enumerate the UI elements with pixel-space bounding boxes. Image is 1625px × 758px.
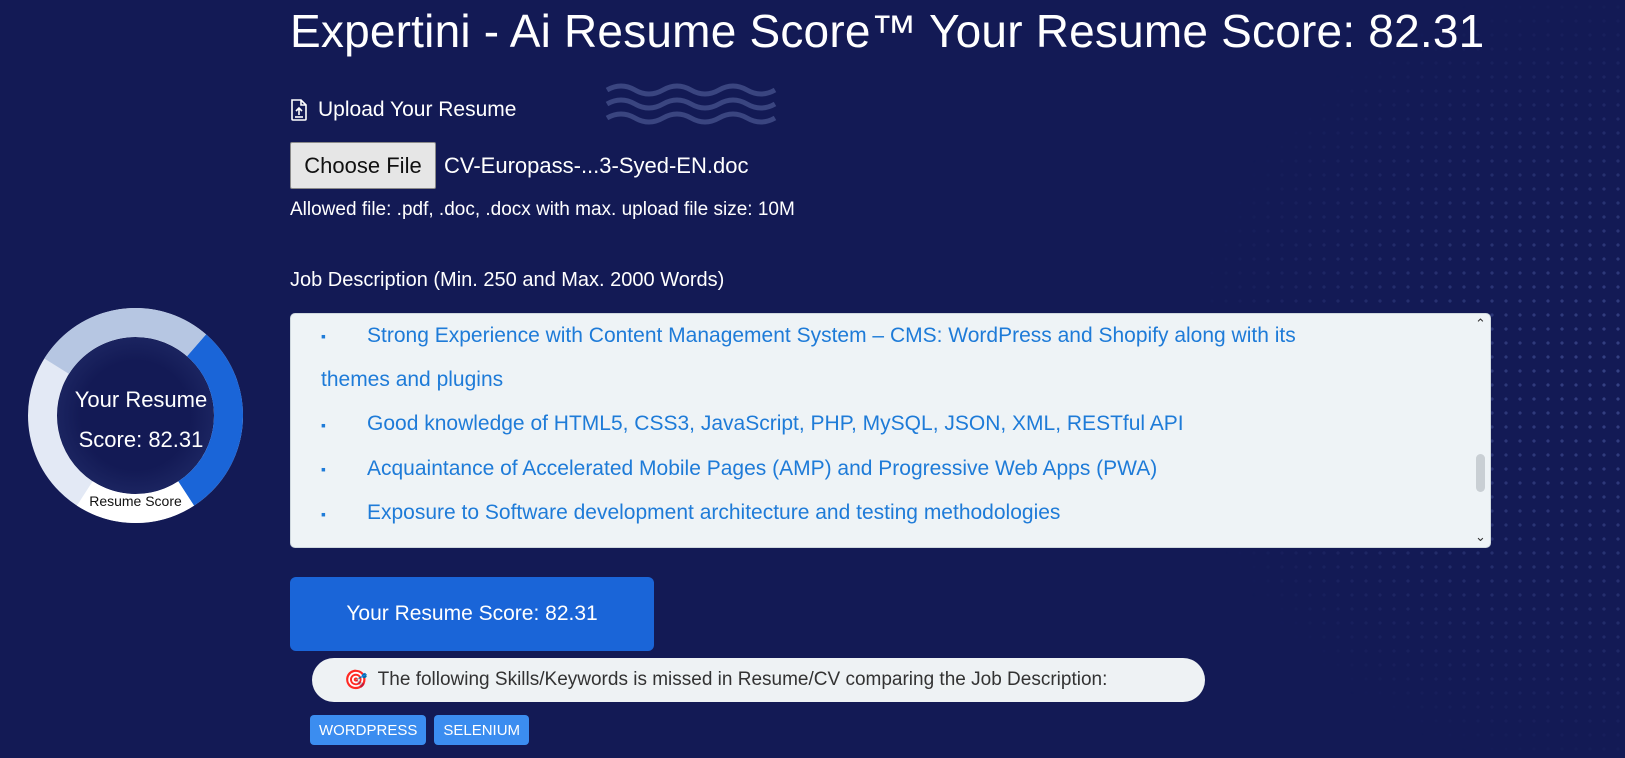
gauge-caption: Resume Score xyxy=(89,493,182,509)
bullet-icon: ▪ xyxy=(321,416,326,433)
resume-score-button[interactable]: Your Resume Score: 82.31 xyxy=(290,577,654,651)
bullet-icon: ▪ xyxy=(321,461,326,478)
scroll-down-icon[interactable]: ⌄ xyxy=(1475,530,1486,544)
bullet-icon: ▪ xyxy=(321,505,326,522)
file-upload-icon xyxy=(290,99,308,121)
textarea-scrollbar[interactable]: ⌃ ⌄ xyxy=(1470,314,1490,547)
resume-score-gauge: Your Resume Score: 82.31 Resume Score xyxy=(28,308,243,523)
gauge-score-text: Your Resume Score: 82.31 xyxy=(28,380,254,460)
scroll-up-icon[interactable]: ⌃ xyxy=(1475,317,1486,331)
choose-file-button[interactable]: Choose File xyxy=(290,142,436,189)
allowed-files-note: Allowed file: .pdf, .doc, .docx with max… xyxy=(290,199,795,220)
selected-file-name: CV-Europass-...3-Syed-EN.doc xyxy=(444,152,749,178)
bullet-icon: ▪ xyxy=(321,328,326,345)
jd-line: ▪ Strong Experience with Content Manageme… xyxy=(321,314,1460,358)
missed-keywords-text: The following Skills/Keywords is missed … xyxy=(377,669,1108,690)
job-description-content: ▪ Strong Experience with Content Manageme… xyxy=(321,314,1460,536)
job-description-textarea[interactable]: ▪ Strong Experience with Content Manageme… xyxy=(290,313,1491,548)
target-icon: 🎯 xyxy=(344,670,368,691)
gauge-line-2: Score: 82.31 xyxy=(78,427,204,452)
jd-line: ▪ Acquaintance of Accelerated Mobile Page… xyxy=(321,447,1460,491)
scroll-thumb[interactable] xyxy=(1476,454,1485,492)
keyword-tag[interactable]: WORDPRESS xyxy=(310,715,427,745)
job-description-label: Job Description (Min. 250 and Max. 2000 … xyxy=(290,269,725,291)
wave-decoration xyxy=(605,83,777,125)
page-title: Expertini - Ai Resume Score™ Your Resume… xyxy=(290,5,1485,57)
missed-keywords-banner: 🎯 The following Skills/Keywords is misse… xyxy=(312,658,1205,702)
missed-keywords-tags: WORDPRESS SELENIUM xyxy=(310,715,530,745)
file-input-row: Choose File CV-Europass-...3-Syed-EN.doc xyxy=(290,142,748,189)
gauge-line-1: Your Resume xyxy=(74,387,208,412)
jd-line: themes and plugins xyxy=(321,368,504,392)
jd-line: ▪ Good knowledge of HTML5, CSS3, JavaScri… xyxy=(321,402,1460,446)
jd-line: ▪ Exposure to Software development archit… xyxy=(321,491,1460,535)
upload-resume-text: Upload Your Resume xyxy=(318,98,517,121)
upload-resume-label: Upload Your Resume xyxy=(290,98,516,122)
keyword-tag[interactable]: SELENIUM xyxy=(434,715,530,745)
